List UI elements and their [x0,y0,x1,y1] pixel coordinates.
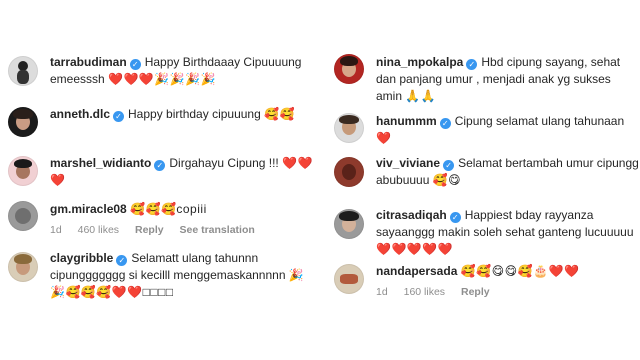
comment-likes[interactable]: 160 likes [404,286,445,298]
verified-badge-icon: ✓ [116,255,128,266]
comment-emojis: ❤️ [376,131,392,145]
comments-screenshot: tarrabudiman ✓ Happy Birthdaaay Cipuuuung … [0,0,640,360]
reply-button[interactable]: Reply [135,224,164,236]
verified-badge-icon: ✓ [466,59,478,70]
comment-emojis: ❤️❤️❤️🎉🎉🎉🎉 [108,72,217,86]
avatar[interactable] [334,264,364,294]
comment-username[interactable]: nina_mpokalpa [376,55,463,69]
see-translation-link[interactable]: See translation [180,224,255,236]
comment-age: 1d [50,224,62,236]
comment-username[interactable]: hanummm [376,114,437,128]
comment-text: Cipung selamat ulang tahunaan [454,114,625,128]
comment-username[interactable]: viv_viviane [376,156,440,170]
comment-username[interactable]: tarrabudiman [50,55,127,69]
verified-badge-icon: ✓ [129,59,141,70]
avatar[interactable] [8,201,38,231]
comment-username[interactable]: marshel_widianto [50,156,151,170]
comment-username[interactable]: anneth.dlc [50,107,110,121]
comment-username[interactable]: citrasadiqah [376,208,447,222]
comment-meta: 1d 460 likes Reply See translation [50,222,314,239]
avatar[interactable] [8,252,38,282]
comment-username[interactable]: nandapersada [376,264,457,278]
comment-emojis: ❤️❤️❤️❤️❤️ [376,242,454,256]
comment-emojis: 🥰🥰 [264,107,296,121]
comment-username[interactable]: claygribble [50,251,113,265]
comment-emojis: 🥰🥰🥰copiii [130,202,207,216]
comment-text: Dirgahayu Cipung !!! [169,156,279,170]
avatar[interactable] [8,107,38,137]
verified-badge-icon: ✓ [113,111,125,122]
comment-text: Happy birthday cipuuung [128,107,261,121]
comment-emojis: 🥰🥰😋😋🥰🎂❤️❤️ [460,264,580,278]
avatar[interactable] [334,113,364,143]
avatar[interactable] [334,157,364,187]
comment-likes[interactable]: 460 likes [78,224,119,236]
comment-emojis: 🙏🙏 [405,89,437,103]
verified-badge-icon: ✓ [154,160,166,171]
reply-button[interactable]: Reply [461,286,490,298]
verified-badge-icon: ✓ [443,160,455,171]
comment-age: 1d [376,286,388,298]
avatar[interactable] [8,156,38,186]
avatar[interactable] [334,209,364,239]
comment-meta: 1d 160 likes Reply [376,284,640,301]
comment-username[interactable]: gm.miracle08 [50,202,127,216]
comment-emojis: 🥰😋 [432,173,462,187]
verified-badge-icon: ✓ [439,118,451,129]
verified-badge-icon: ✓ [449,212,461,223]
avatar[interactable] [8,56,38,86]
avatar[interactable] [334,54,364,84]
